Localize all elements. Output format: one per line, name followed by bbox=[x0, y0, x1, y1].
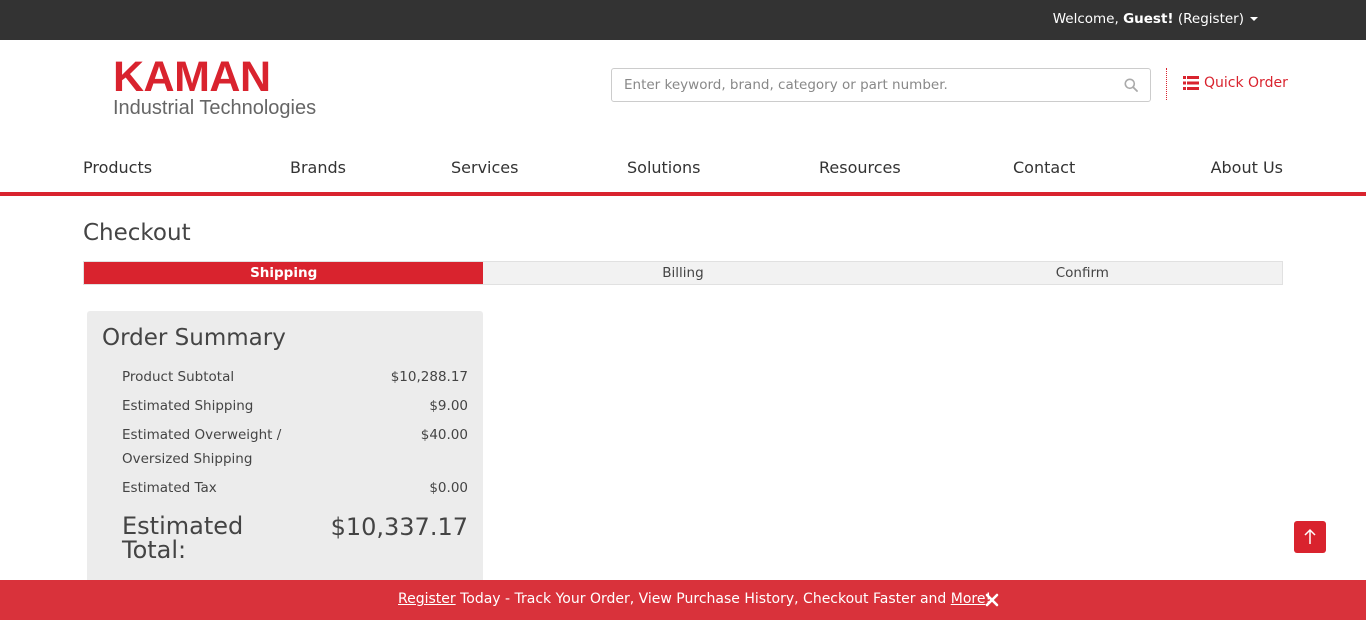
search-box bbox=[611, 68, 1151, 102]
close-icon[interactable] bbox=[985, 593, 999, 607]
order-summary-panel: Order Summary Product Subtotal $10,288.1… bbox=[87, 311, 483, 586]
nav-contact[interactable]: Contact bbox=[1013, 158, 1075, 177]
header-divider bbox=[1166, 68, 1167, 100]
register-link[interactable]: (Register) bbox=[1174, 11, 1244, 27]
list-icon bbox=[1183, 76, 1199, 90]
banner-register-link[interactable]: Register bbox=[398, 591, 456, 607]
quick-order-link[interactable]: Quick Order bbox=[1183, 75, 1288, 91]
search-icon[interactable] bbox=[1124, 78, 1138, 92]
banner-more-link[interactable]: More bbox=[951, 591, 986, 607]
nav-products[interactable]: Products bbox=[83, 158, 152, 177]
summary-value: $10,288.17 bbox=[390, 369, 468, 385]
search-input[interactable] bbox=[612, 69, 1092, 101]
caret-down-icon[interactable] bbox=[1250, 17, 1258, 21]
nav-brands[interactable]: Brands bbox=[290, 158, 346, 177]
nav-solutions[interactable]: Solutions bbox=[627, 158, 701, 177]
arrow-up-icon bbox=[1304, 528, 1316, 544]
logo-brand: KAMAN bbox=[113, 53, 271, 101]
summary-value: $40.00 bbox=[420, 427, 468, 443]
page-title: Checkout bbox=[83, 220, 191, 246]
order-summary-heading: Order Summary bbox=[102, 325, 286, 351]
back-to-top-button[interactable] bbox=[1294, 521, 1326, 553]
step-shipping[interactable]: Shipping bbox=[84, 262, 484, 284]
quick-order-label: Quick Order bbox=[1204, 75, 1288, 91]
step-billing[interactable]: Billing bbox=[483, 262, 882, 284]
kaman-logo[interactable]: KAMAN Industrial Technologies bbox=[113, 56, 316, 120]
estimated-total-value: $10,337.17 bbox=[330, 513, 468, 541]
main-nav: Products Brands Services Solutions Resou… bbox=[83, 158, 1283, 180]
estimated-total-label: Estimated Total: bbox=[122, 512, 244, 564]
summary-value: $9.00 bbox=[429, 398, 468, 414]
nav-underline bbox=[0, 192, 1366, 196]
summary-label: Estimated Tax bbox=[122, 480, 217, 496]
step-confirm[interactable]: Confirm bbox=[883, 262, 1282, 284]
nav-about-us[interactable]: About Us bbox=[1211, 158, 1283, 177]
nav-services[interactable]: Services bbox=[451, 158, 518, 177]
checkout-steps: Shipping Billing Confirm bbox=[83, 261, 1283, 285]
welcome-prefix: Welcome, bbox=[1052, 11, 1124, 27]
banner-text: Today - Track Your Order, View Purchase … bbox=[455, 591, 951, 607]
account-menu[interactable]: Welcome, Guest! (Register) bbox=[1053, 11, 1258, 27]
summary-label: Product Subtotal bbox=[122, 369, 235, 385]
summary-label: Estimated Overweight / Oversized Shippin… bbox=[122, 427, 282, 467]
banner-message: Register Today - Track Your Order, View … bbox=[398, 591, 991, 607]
guest-name: Guest! bbox=[1123, 11, 1174, 27]
summary-value: $0.00 bbox=[429, 480, 468, 496]
summary-label: Estimated Shipping bbox=[122, 398, 254, 414]
top-bar: Welcome, Guest! (Register) bbox=[0, 0, 1366, 40]
logo-tagline: Industrial Technologies bbox=[113, 97, 317, 119]
register-banner: Register Today - Track Your Order, View … bbox=[0, 580, 1366, 620]
nav-resources[interactable]: Resources bbox=[819, 158, 901, 177]
